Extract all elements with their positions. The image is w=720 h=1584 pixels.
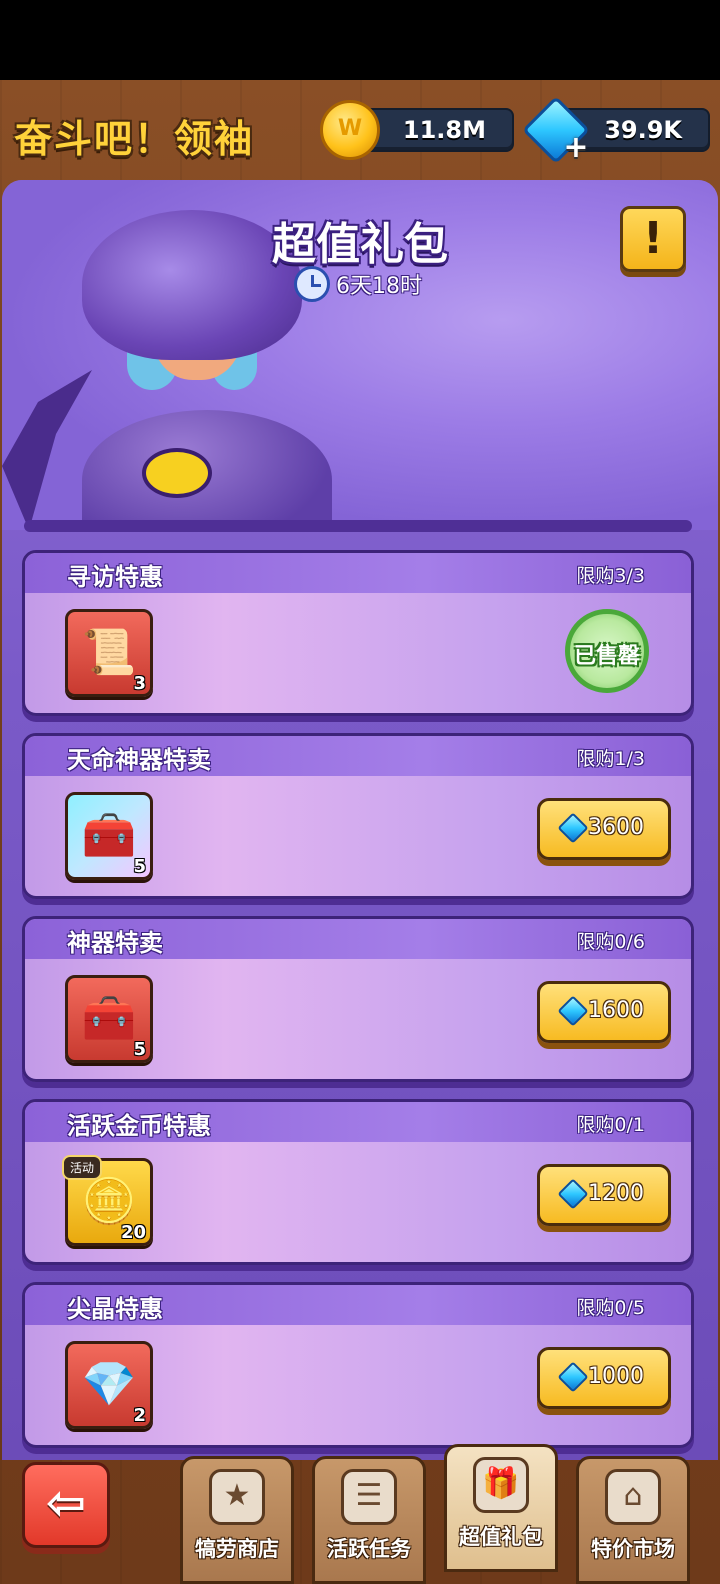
market-stall-icon: ⌂ (605, 1469, 661, 1525)
price-label: 1200 (588, 1181, 644, 1206)
event-tag: 活动 (62, 1155, 103, 1180)
item-count: 5 (133, 1039, 146, 1060)
gem-icon (557, 812, 589, 844)
offer-item[interactable]: 🧰 5 (65, 975, 153, 1063)
hero-banner: 超值礼包 6天18时 ! (2, 180, 718, 530)
purchase-limit: 限购0/1 (576, 1114, 645, 1136)
item-count: 20 (120, 1222, 146, 1243)
tab-reward-shop[interactable]: ★ 犒劳商店 (180, 1456, 294, 1584)
gem-icon (557, 995, 589, 1027)
offer-card: 活跃金币特惠 限购0/1 🪙 活动 20 1200 (22, 1099, 694, 1265)
offer-item[interactable]: 💎 2 (65, 1341, 153, 1429)
offer-card: 神器特卖 限购0/6 🧰 5 1600 (22, 916, 694, 1082)
price-label: 1600 (588, 998, 644, 1023)
banner-divider (24, 520, 692, 532)
sold-out-stamp: 已售罄 (565, 609, 649, 693)
purchase-limit: 限购1/3 (576, 748, 645, 770)
offer-item[interactable]: 📜 3 (65, 609, 153, 697)
purchase-limit: 限购0/6 (576, 931, 645, 953)
purchase-limit: 限购0/5 (576, 1297, 645, 1319)
info-button[interactable]: ! (620, 206, 686, 272)
add-gems-icon[interactable]: + (562, 133, 590, 163)
item-count: 3 (133, 673, 146, 694)
offer-title: 活跃金币特惠 (67, 1112, 211, 1140)
price-label: 3600 (588, 815, 644, 840)
tab-active-tasks[interactable]: ☰ 活跃任务 (312, 1456, 426, 1584)
buy-button[interactable]: 3600 (537, 798, 671, 860)
offer-title: 天命神器特卖 (67, 746, 211, 774)
dragon-wing-art (2, 370, 92, 530)
gem-icon (557, 1361, 589, 1393)
gold-coin-icon: 🪙 (81, 1176, 137, 1227)
dragon-eye-art (142, 448, 212, 498)
offer-title: 寻访特惠 (67, 563, 163, 591)
sold-out-label: 已售罄 (573, 644, 640, 669)
item-count: 5 (133, 856, 146, 877)
buy-button[interactable]: 1600 (537, 981, 671, 1043)
exclamation-icon: ! (642, 213, 664, 264)
price-label: 1000 (588, 1364, 644, 1389)
offer-card: 天命神器特卖 限购1/3 🧰 5 3600 (22, 733, 694, 899)
tab-value-packs[interactable]: 🎁 超值礼包 (444, 1444, 558, 1572)
purchase-limit: 限购3/3 (576, 565, 645, 587)
tab-label: 犒劳商店 (195, 1537, 279, 1561)
item-count: 2 (133, 1405, 146, 1426)
back-arrow-icon: ⇦ (45, 1475, 87, 1531)
offer-title: 神器特卖 (67, 929, 163, 957)
tab-special-market[interactable]: ⌂ 特价市场 (576, 1456, 690, 1584)
buy-button[interactable]: 1200 (537, 1164, 671, 1226)
offer-title: 尖晶特惠 (67, 1295, 163, 1323)
offer-item[interactable]: 🪙 活动 20 (62, 1155, 153, 1246)
offer-item[interactable]: 🧰 5 (65, 792, 153, 880)
scroll-icon: 📜 (81, 627, 137, 678)
spinel-crystal-icon: 💎 (81, 1359, 137, 1410)
back-button[interactable]: ⇦ (22, 1462, 110, 1548)
treasure-chest-icon: 🧰 (81, 810, 137, 861)
buy-button[interactable]: 1000 (537, 1347, 671, 1409)
gold-coin-icon (320, 100, 380, 160)
page-title: 超值礼包 (272, 219, 448, 270)
game-title: 奋斗吧！领袖 (14, 117, 255, 161)
treasure-chest-icon: 🧰 (81, 993, 137, 1044)
offer-card: 寻访特惠 限购3/3 📜 3 已售罄 (22, 550, 694, 716)
coin-value: 11.8M (402, 116, 486, 144)
offer-card: 尖晶特惠 限购0/5 💎 2 1000 (22, 1282, 694, 1448)
clock-icon (294, 266, 330, 302)
tab-label: 超值礼包 (459, 1525, 543, 1549)
shop-badge-icon: ★ (209, 1469, 265, 1525)
tab-label: 活跃任务 (327, 1537, 411, 1561)
task-list-icon: ☰ (341, 1469, 397, 1525)
tab-label: 特价市场 (591, 1537, 675, 1561)
countdown-timer: 6天18时 (294, 266, 422, 302)
gem-icon (557, 1178, 589, 1210)
timer-text: 6天18时 (336, 274, 422, 299)
gift-box-icon: 🎁 (473, 1457, 529, 1513)
gem-value: 39.9K (604, 116, 682, 144)
